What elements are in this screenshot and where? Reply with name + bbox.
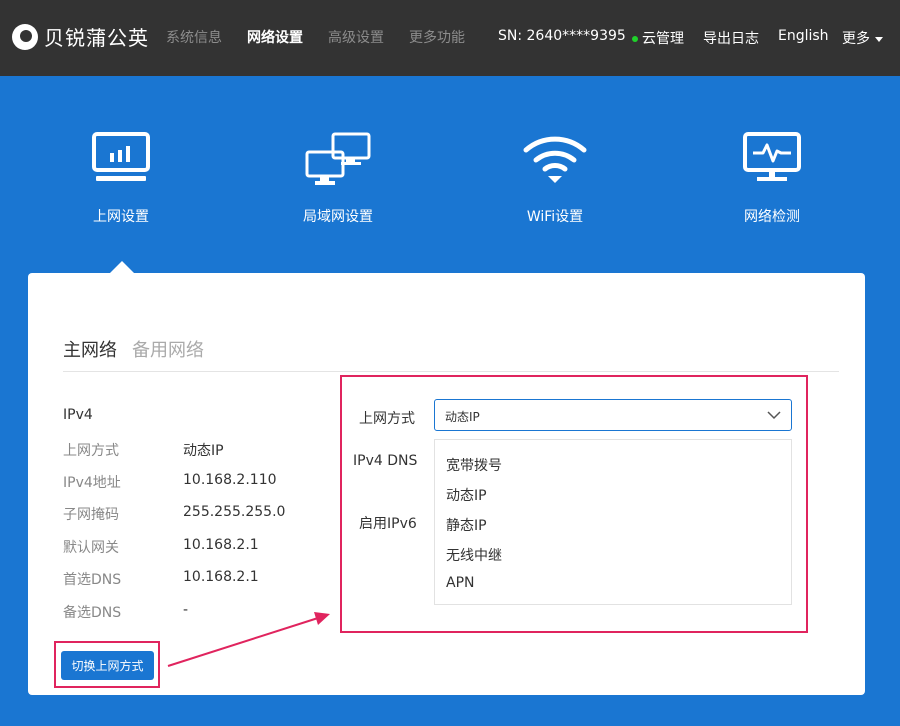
category-lan-settings[interactable]: 局域网设置 [278,132,398,226]
enable-ipv6-label: 启用IPv6 [359,516,417,532]
category-wifi-settings[interactable]: WiFi设置 [495,132,615,226]
ipv4-section-title: IPv4 [63,407,93,423]
info-value-connection-type: 动态IP [183,443,224,459]
button-highlight-box [54,641,160,688]
brand-name: 贝锐蒲公英 [44,26,149,50]
ipv4-dns-label: IPv4 DNS [353,453,418,469]
lan-monitors-icon [305,132,371,185]
option-static-ip[interactable]: 静态IP [446,515,487,535]
cloud-management[interactable]: 云管理 [632,28,684,48]
category-internet-settings[interactable]: 上网设置 [61,132,181,226]
chevron-down-icon [767,411,781,420]
serial-number: SN: 2640****9395 [498,28,626,44]
caret-down-icon [875,36,883,42]
option-wireless-relay[interactable]: 无线中继 [446,545,502,565]
category-internet-settings-label: 上网设置 [93,209,149,225]
info-key-ipv4-address: IPv4地址 [63,475,121,491]
language-switch[interactable]: English [778,28,829,44]
connection-type-select[interactable]: 动态IP [434,399,792,431]
option-pppoe[interactable]: 宽带拨号 [446,455,502,475]
more-menu[interactable]: 更多 [842,28,883,48]
more-menu-label: 更多 [842,31,870,47]
tab-backup-network[interactable]: 备用网络 [132,336,204,362]
active-tab-pointer [110,261,134,273]
export-log-button[interactable]: 导出日志 [703,28,759,48]
info-key-subnet-mask: 子网掩码 [63,507,119,523]
connection-type-selected: 动态IP [445,410,480,424]
category-network-diagnostics[interactable]: 网络检测 [712,132,832,226]
info-key-connection-type: 上网方式 [63,443,119,459]
tab-main-network[interactable]: 主网络 [63,336,117,362]
info-value-ipv4-address: 10.168.2.110 [183,472,277,488]
info-key-default-gateway: 默认网关 [63,540,119,556]
monitor-pulse-icon [743,132,801,181]
connection-type-label: 上网方式 [359,411,415,427]
cloud-management-label: 云管理 [642,31,684,47]
option-dhcp[interactable]: 动态IP [446,485,487,505]
connection-type-dropdown: 宽带拨号 动态IP 静态IP 无线中继 APN [434,439,792,605]
info-value-default-gateway: 10.168.2.1 [183,537,259,553]
info-key-secondary-dns: 备选DNS [63,605,122,621]
category-wifi-settings-label: WiFi设置 [526,209,584,225]
top-bar: 贝锐蒲公英 系统信息 网络设置 高级设置 更多功能 SN: 2640****93… [0,0,900,76]
nav-advanced-settings[interactable]: 高级设置 [328,27,384,47]
category-lan-settings-label: 局域网设置 [303,209,373,225]
info-key-primary-dns: 首选DNS [63,572,122,588]
info-value-secondary-dns: - [183,602,189,618]
option-apn[interactable]: APN [446,575,475,591]
logo-icon [12,23,38,50]
brand-logo[interactable]: 贝锐蒲公英 [12,22,149,51]
nav-network-settings[interactable]: 网络设置 [247,27,303,47]
tab-divider [63,371,839,372]
nav-more-features[interactable]: 更多功能 [409,27,465,47]
wifi-icon [523,136,587,183]
nav-system-info[interactable]: 系统信息 [166,27,222,47]
monitor-chart-icon [92,132,150,181]
status-dot-icon [632,36,638,42]
info-value-primary-dns: 10.168.2.1 [183,569,259,585]
category-network-diagnostics-label: 网络检测 [744,209,800,225]
info-value-subnet-mask: 255.255.255.0 [183,504,286,520]
